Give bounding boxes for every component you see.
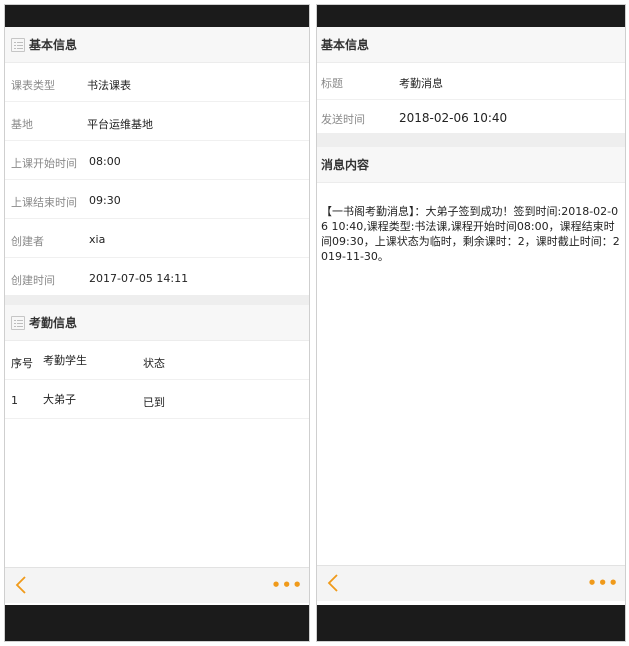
section-divider [317, 133, 625, 147]
field-label: 创建时间 [11, 274, 55, 287]
chevron-left-icon [327, 574, 338, 592]
field-row-base: 基地 平台运维基地 [5, 102, 309, 141]
system-bar [317, 605, 625, 641]
field-label: 课表类型 [11, 79, 55, 92]
bottom-nav: ••• [5, 567, 309, 603]
field-label: 标题 [321, 77, 343, 90]
basic-info-title: 基本信息 [321, 38, 370, 52]
field-label: 发送时间 [321, 113, 365, 126]
field-value: xia [89, 233, 106, 246]
field-label: 上课开始时间 [11, 157, 77, 170]
row-status: 已到 [143, 396, 165, 409]
field-row-creator: 创建者 xia [5, 219, 309, 258]
field-value: 09:30 [89, 194, 121, 207]
attendance-info-title: 考勤信息 [29, 316, 78, 330]
field-label: 上课结束时间 [11, 196, 77, 209]
more-button[interactable]: ••• [587, 575, 619, 591]
field-row-title: 标题 考勤消息 [317, 61, 625, 100]
message-body: 【一书阁考勤消息】：大弟子签到成功！签到时间:2018-02-06 10:40,… [321, 205, 620, 263]
basic-info-header: 基本信息 [317, 27, 625, 63]
status-bar [317, 5, 625, 27]
table-row[interactable]: 1 大弟子 已到 [5, 380, 309, 419]
course-detail-screen: 基本信息 课表类型 书法课表 基地 平台运维基地 上课开始时间 08:00 上课… [4, 4, 310, 642]
column-header-student: 考勤学生 [43, 354, 87, 367]
field-label: 基地 [11, 118, 33, 131]
back-button[interactable] [319, 569, 347, 597]
column-header-index: 序号 [11, 357, 33, 370]
message-content-header: 消息内容 [317, 147, 625, 183]
more-button[interactable]: ••• [271, 577, 303, 593]
basic-info-header: 基本信息 [5, 27, 309, 63]
message-content-title: 消息内容 [321, 158, 370, 172]
basic-info-title: 基本信息 [29, 38, 78, 52]
column-header-status: 状态 [143, 357, 165, 370]
field-row-end-time: 上课结束时间 09:30 [5, 180, 309, 219]
field-row-created-time: 创建时间 2017-07-05 14:11 [5, 258, 309, 297]
field-row-course-type: 课表类型 书法课表 [5, 63, 309, 102]
bottom-nav: ••• [317, 565, 625, 601]
chevron-left-icon [15, 576, 26, 594]
list-icon [11, 315, 25, 330]
attendance-info-header: 考勤信息 [5, 305, 309, 341]
field-value: 2018-02-06 10:40 [399, 111, 508, 125]
system-bar [5, 605, 309, 641]
field-value: 08:00 [89, 155, 121, 168]
field-value: 平台运维基地 [87, 118, 153, 131]
field-value: 2017-07-05 14:11 [89, 272, 189, 285]
field-row-send-time: 发送时间 2018-02-06 10:40 [317, 97, 625, 136]
field-row-start-time: 上课开始时间 08:00 [5, 141, 309, 180]
message-detail-screen: 基本信息 标题 考勤消息 发送时间 2018-02-06 10:40 消息内容 … [316, 4, 626, 642]
field-value: 考勤消息 [399, 77, 443, 90]
status-bar [5, 5, 309, 27]
section-divider [5, 295, 309, 305]
list-icon [11, 37, 25, 52]
field-value: 书法课表 [87, 79, 131, 92]
attendance-table-header: 序号 考勤学生 状态 [5, 341, 309, 380]
back-button[interactable] [7, 571, 35, 599]
field-label: 创建者 [11, 235, 44, 248]
row-index: 1 [11, 394, 18, 407]
row-student: 大弟子 [43, 393, 76, 406]
